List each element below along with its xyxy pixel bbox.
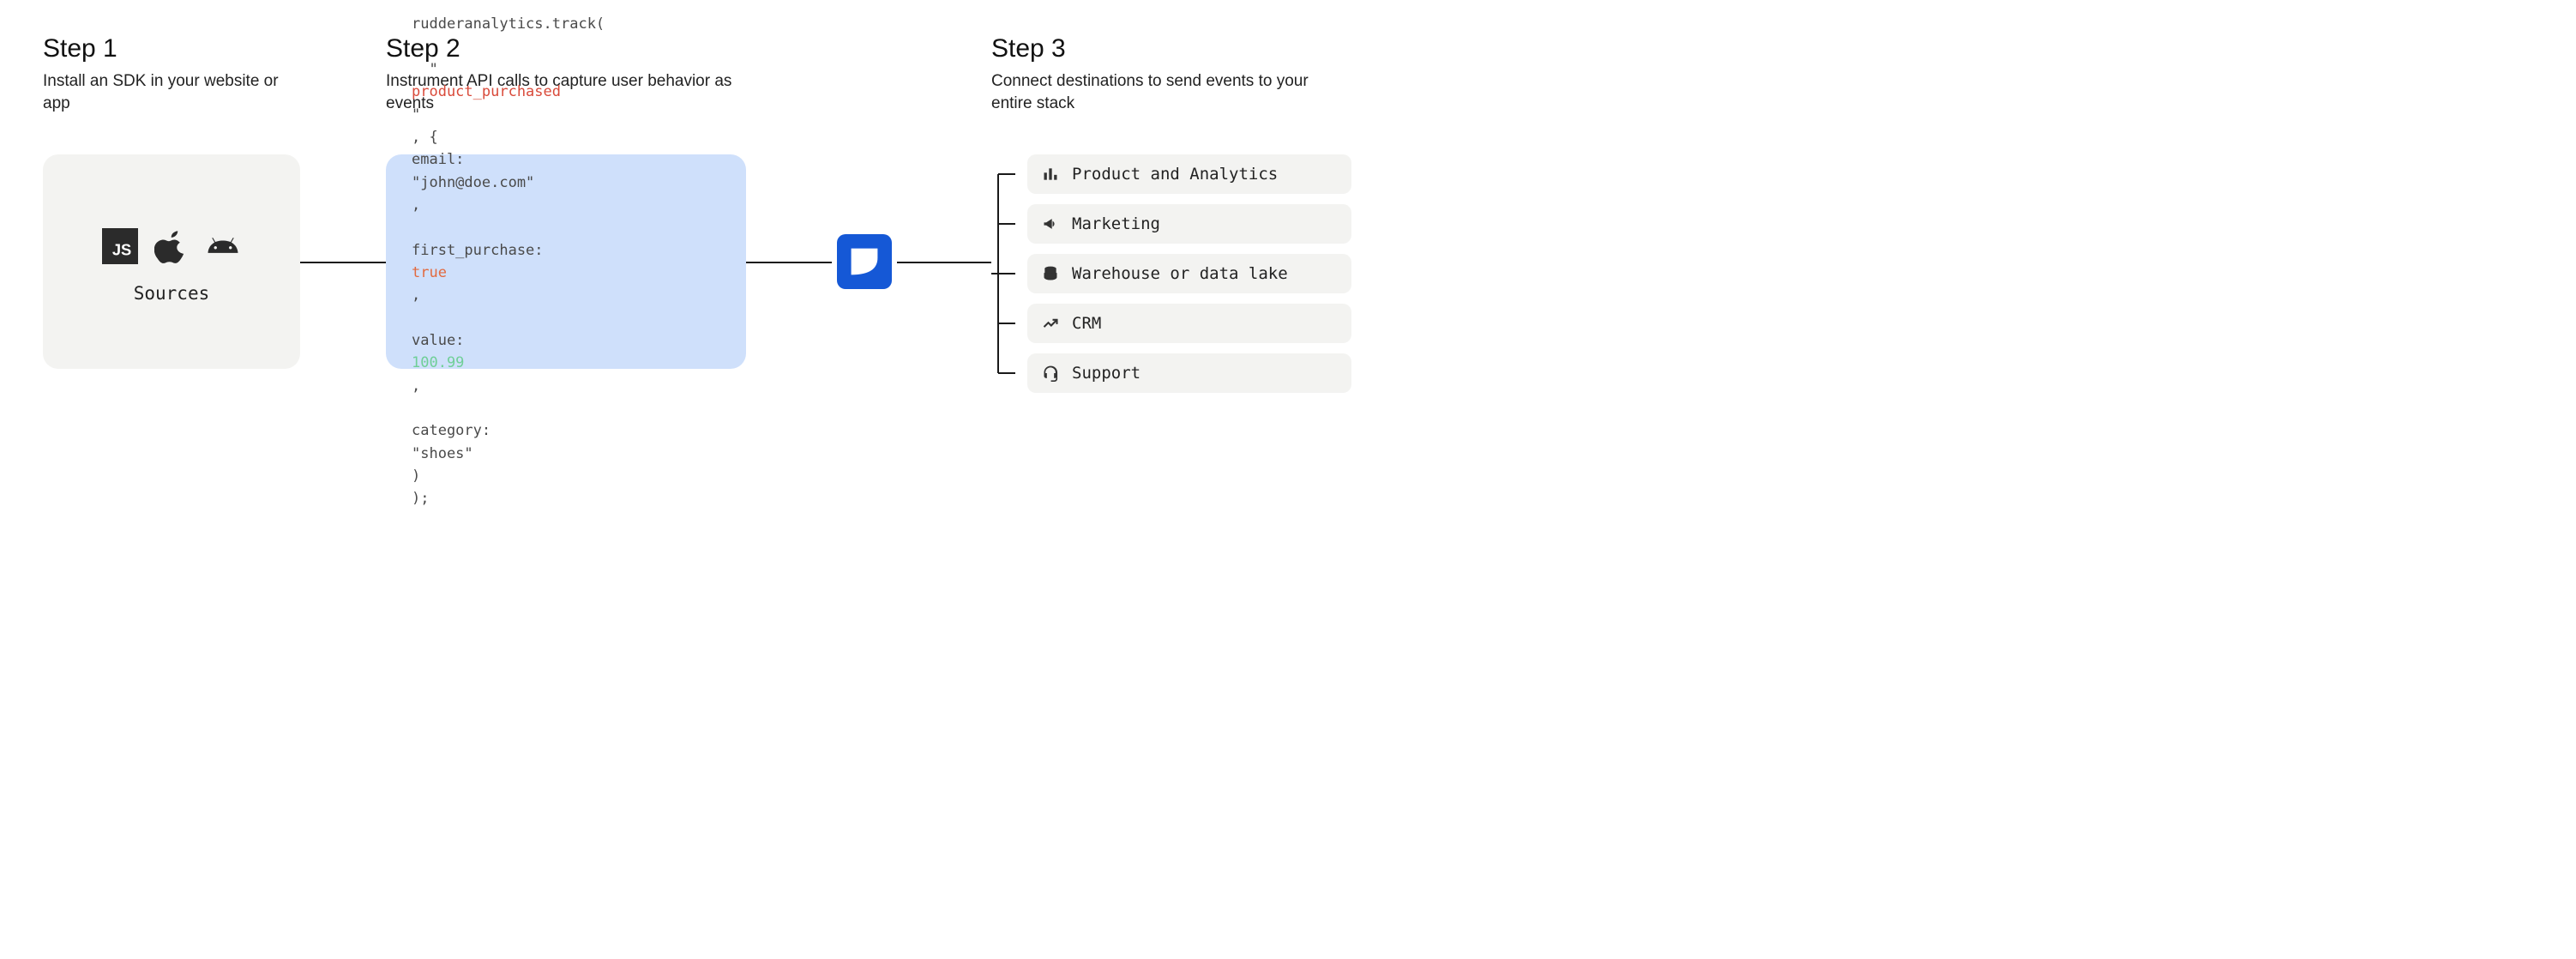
headset-icon — [1041, 364, 1060, 383]
megaphone-icon — [1041, 214, 1060, 233]
connector-1 — [300, 154, 386, 397]
connector-2-left — [746, 154, 832, 397]
javascript-icon: JS — [102, 228, 138, 264]
destination-label: Warehouse or data lake — [1072, 264, 1288, 283]
destinations-wrap: Product and Analytics Marketing Warehous… — [991, 154, 1351, 397]
step1-header: Step 1 Install an SDK in your website or… — [43, 34, 300, 129]
step3-column: Step 3 Connect destinations to send even… — [991, 34, 1351, 397]
code-string: product_purchased — [412, 81, 720, 103]
step3-header: Step 3 Connect destinations to send even… — [991, 34, 1351, 129]
code-first-key: first_purchase: — [412, 239, 720, 262]
code-first-val: true — [412, 262, 720, 284]
database-icon — [1041, 264, 1060, 283]
code-cat-key: category: — [412, 419, 720, 442]
code-line1: rudderanalytics.track( — [412, 13, 720, 35]
destination-label: CRM — [1072, 314, 1101, 333]
android-icon — [205, 228, 241, 264]
svg-text:JS: JS — [112, 241, 131, 259]
step1-desc: Install an SDK in your website or app — [43, 70, 300, 114]
destination-item-crm: CRM — [1027, 304, 1351, 343]
diagram-row: Step 1 Install an SDK in your website or… — [43, 34, 2533, 397]
code-email-val: "john@doe.com" — [412, 172, 720, 194]
connector-2-right — [897, 154, 991, 397]
code-cat-val: "shoes" — [412, 443, 720, 465]
sources-icons: JS — [102, 228, 241, 264]
rudderstack-badge-col — [832, 154, 897, 369]
destination-list: Product and Analytics Marketing Warehous… — [1027, 154, 1351, 397]
code-email-key: email: — [412, 148, 720, 171]
chart-icon — [1041, 165, 1060, 184]
apple-icon — [153, 228, 190, 264]
step3-title: Step 3 — [991, 34, 1351, 63]
destination-item-analytics: Product and Analytics — [1027, 154, 1351, 194]
destination-label: Support — [1072, 364, 1141, 383]
code-obj-close: ) — [412, 465, 720, 487]
destination-label: Product and Analytics — [1072, 165, 1278, 184]
step3-desc: Connect destinations to send events to y… — [991, 70, 1351, 114]
step1-column: Step 1 Install an SDK in your website or… — [43, 34, 300, 397]
sources-card: JS Sources — [43, 154, 300, 369]
destination-item-warehouse: Warehouse or data lake — [1027, 254, 1351, 293]
sources-label: Sources — [134, 283, 210, 304]
destination-item-support: Support — [1027, 353, 1351, 393]
code-call-close: ); — [412, 487, 720, 510]
code-card: rudderanalytics.track( "product_purchase… — [386, 154, 746, 369]
code-value-key: value: — [412, 329, 720, 352]
destination-item-marketing: Marketing — [1027, 204, 1351, 244]
rudderstack-icon — [837, 234, 892, 289]
step1-title: Step 1 — [43, 34, 300, 63]
trend-icon — [1041, 314, 1060, 333]
code-obj-open: , { — [412, 126, 720, 148]
destination-label: Marketing — [1072, 214, 1160, 233]
destination-tree-lines — [991, 154, 1015, 397]
code-value-val: 100.99 — [412, 352, 720, 374]
step2-column: Step 2 Instrument API calls to capture u… — [386, 34, 746, 397]
